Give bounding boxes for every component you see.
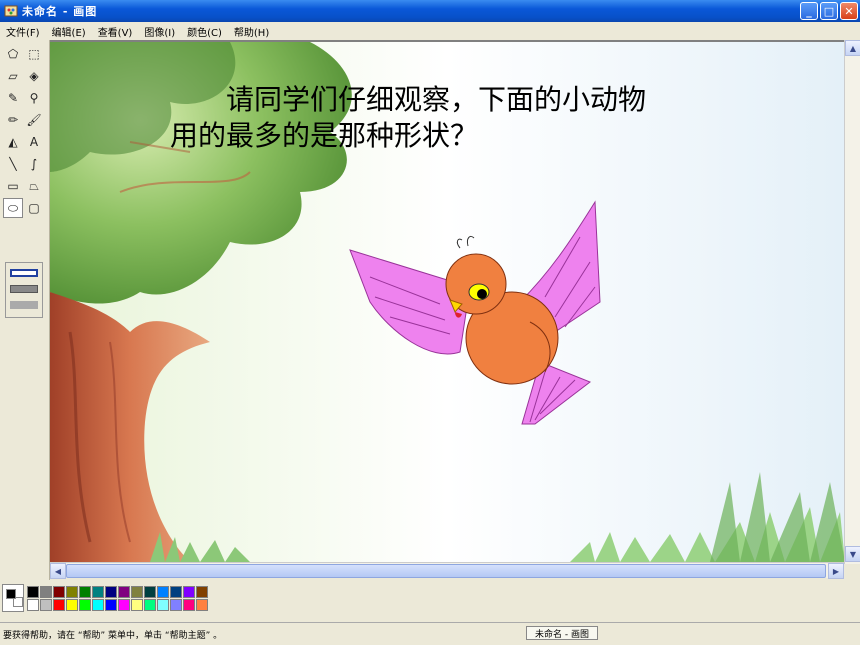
fill-option-outline[interactable]	[10, 269, 38, 277]
magnifier-icon[interactable]: ⚲	[24, 88, 44, 108]
curve-icon[interactable]: ∫	[24, 154, 44, 174]
minimize-button[interactable]: _	[800, 2, 818, 20]
scroll-thumb[interactable]	[66, 564, 826, 578]
tool-box: ⬠ ⬚ ▱ ◈ ✎ ⚲ ✏ 🖌 ◭ A ╲ ∫ ▭ ⏢ ⬭ ▢	[0, 40, 50, 600]
paint-window: 未命名 - 画图 _ □ ✕ 文件(F) 编辑(E) 查看(V) 图像(I) 颜…	[0, 0, 860, 645]
color-swatch[interactable]	[196, 586, 208, 598]
rect-select-icon[interactable]: ⬚	[24, 44, 44, 64]
color-picker-icon[interactable]: ✎	[3, 88, 23, 108]
menu-colors[interactable]: 颜色(C)	[181, 24, 228, 39]
current-colors[interactable]	[2, 584, 24, 612]
menu-image[interactable]: 图像(I)	[138, 24, 181, 39]
drawing-canvas[interactable]: 请同学们仔细观察，下面的小动物 用的最多的是那种形状？	[50, 42, 845, 562]
tool-options[interactable]	[5, 262, 43, 318]
window-title: 未命名 - 画图	[22, 5, 98, 18]
color-swatch[interactable]	[131, 586, 143, 598]
status-bar: 要获得帮助，请在 “帮助” 菜单中，单击 “帮助主题” 。	[0, 622, 860, 645]
color-swatch[interactable]	[157, 599, 169, 611]
color-swatch[interactable]	[105, 599, 117, 611]
color-swatch[interactable]	[118, 599, 130, 611]
horizontal-scrollbar[interactable]: ◀ ▶	[50, 562, 844, 579]
brush-icon[interactable]: 🖌	[24, 110, 44, 130]
fill-option-filled[interactable]	[10, 301, 38, 309]
color-swatch[interactable]	[183, 586, 195, 598]
airbrush-icon[interactable]: ◭	[3, 132, 23, 152]
color-swatch[interactable]	[157, 586, 169, 598]
question-text: 请同学们仔细观察，下面的小动物 用的最多的是那种形状？	[170, 82, 730, 154]
text-icon[interactable]: A	[24, 132, 44, 152]
scroll-up-button[interactable]: ▲	[845, 40, 860, 56]
line-icon[interactable]: ╲	[3, 154, 23, 174]
question-line-2: 用的最多的是那种形状？	[170, 119, 479, 152]
color-swatch[interactable]	[131, 599, 143, 611]
color-swatch[interactable]	[183, 599, 195, 611]
scroll-down-button[interactable]: ▼	[845, 546, 860, 562]
color-swatch[interactable]	[196, 599, 208, 611]
color-swatch[interactable]	[92, 599, 104, 611]
color-swatch[interactable]	[66, 599, 78, 611]
color-swatch[interactable]	[144, 599, 156, 611]
color-swatch[interactable]	[27, 599, 39, 611]
vertical-scrollbar[interactable]: ▲ ▼	[844, 40, 860, 564]
color-swatch[interactable]	[66, 586, 78, 598]
foreground-color[interactable]	[6, 589, 16, 599]
color-swatch[interactable]	[53, 599, 65, 611]
color-swatch[interactable]	[40, 599, 52, 611]
ellipse-icon[interactable]: ⬭	[3, 198, 23, 218]
color-swatch[interactable]	[170, 586, 182, 598]
color-swatch[interactable]	[105, 586, 117, 598]
maximize-button[interactable]: □	[820, 2, 838, 20]
fill-option-filled-outline[interactable]	[10, 285, 38, 293]
pencil-icon[interactable]: ✏	[3, 110, 23, 130]
eraser-icon[interactable]: ▱	[3, 66, 23, 86]
color-swatch[interactable]	[144, 586, 156, 598]
taskbar-button[interactable]: 未命名 - 画图	[526, 626, 598, 640]
color-swatch[interactable]	[118, 586, 130, 598]
rounded-rect-icon[interactable]: ▢	[24, 198, 44, 218]
color-swatch[interactable]	[40, 586, 52, 598]
scroll-right-button[interactable]: ▶	[828, 563, 844, 579]
color-swatch[interactable]	[79, 586, 91, 598]
polygon-icon[interactable]: ⏢	[24, 176, 44, 196]
title-bar[interactable]: 未命名 - 画图 _ □ ✕	[0, 0, 860, 22]
color-swatch[interactable]	[79, 599, 91, 611]
close-button[interactable]: ✕	[840, 2, 858, 20]
color-swatch[interactable]	[92, 586, 104, 598]
color-swatch[interactable]	[27, 586, 39, 598]
menu-view[interactable]: 查看(V)	[92, 24, 139, 39]
paint-app-icon	[4, 5, 18, 17]
menu-help[interactable]: 帮助(H)	[228, 24, 275, 39]
menu-bar: 文件(F) 编辑(E) 查看(V) 图像(I) 颜色(C) 帮助(H)	[0, 22, 860, 40]
color-swatch[interactable]	[170, 599, 182, 611]
question-line-1: 请同学们仔细观察，下面的小动物	[226, 83, 647, 116]
canvas-area: 请同学们仔细观察，下面的小动物 用的最多的是那种形状？	[50, 40, 860, 562]
color-palette	[0, 580, 860, 620]
scroll-left-button[interactable]: ◀	[50, 563, 66, 579]
fill-bucket-icon[interactable]: ◈	[24, 66, 44, 86]
menu-file[interactable]: 文件(F)	[0, 24, 46, 39]
color-swatch[interactable]	[53, 586, 65, 598]
status-help-text: 要获得帮助，请在 “帮助” 菜单中，单击 “帮助主题” 。	[3, 630, 223, 641]
menu-edit[interactable]: 编辑(E)	[46, 24, 92, 39]
free-select-icon[interactable]: ⬠	[3, 44, 23, 64]
rectangle-icon[interactable]: ▭	[3, 176, 23, 196]
